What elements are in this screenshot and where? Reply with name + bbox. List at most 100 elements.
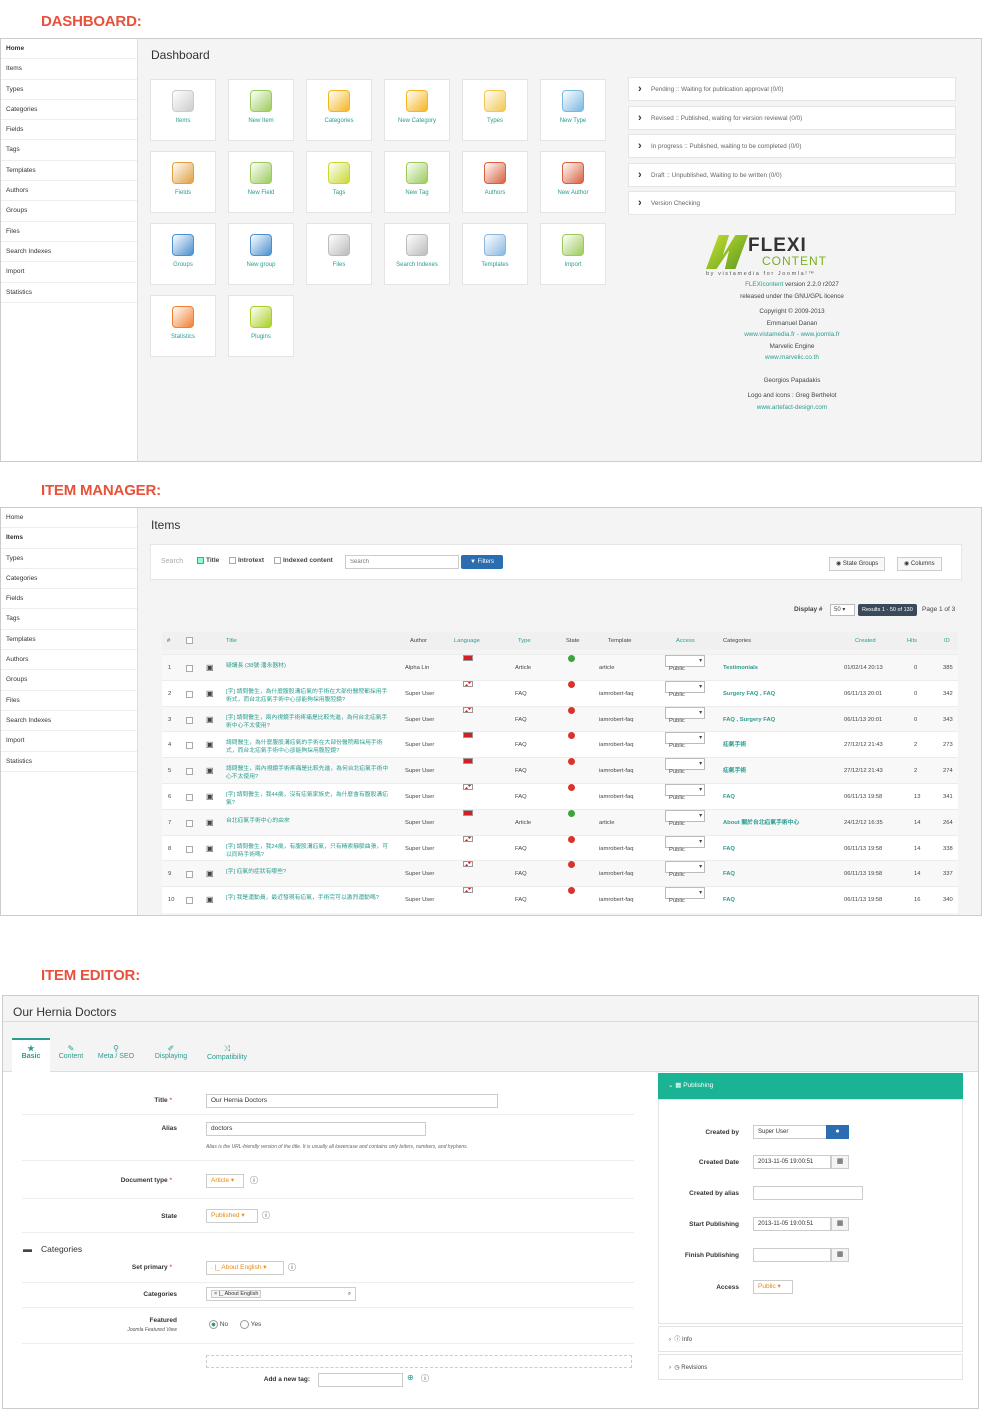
sidebar-item-types[interactable]: Types [1, 80, 137, 100]
title-option[interactable]: Title [197, 557, 219, 564]
sidebar-item-tags[interactable]: Tags [1, 140, 137, 161]
status-item[interactable]: In progress :: Published, waiting to be … [628, 134, 956, 158]
preview-icon[interactable]: ▣ [206, 681, 214, 707]
item-categories-link[interactable]: 疝氣手術 [723, 732, 746, 758]
tile-fields[interactable]: Fields [150, 151, 216, 213]
tile-items[interactable]: Items [150, 79, 216, 141]
created-date-input[interactable]: 2013-11-05 19:00:51 [753, 1155, 831, 1169]
row-checkbox[interactable] [186, 665, 193, 672]
preview-icon[interactable]: ▣ [206, 784, 214, 810]
sidebar-item-import[interactable]: Import [1, 262, 137, 283]
sidebar-item-files[interactable]: Files [1, 691, 137, 711]
item-categories-link[interactable]: FAQ [723, 887, 735, 913]
row-checkbox[interactable] [186, 742, 193, 750]
indexed-option[interactable]: Indexed content [274, 557, 333, 564]
item-title-link[interactable]: [字] 我是運動員，最近發現有疝氣，手術完可以激烈運動嗎? [226, 894, 391, 902]
sidebar-item-categories[interactable]: Categories [1, 100, 137, 121]
sidebar-item-items[interactable]: Items [1, 59, 137, 80]
preview-icon[interactable]: ▣ [206, 758, 214, 784]
table-row[interactable]: 8 ▣ [字] 請問醫生，我24歲，有腹股溝疝氣，只有精索靜脈曲張，可以同時手術嗎?… [162, 834, 958, 862]
category-chip[interactable]: × |_ About English [211, 1290, 262, 1298]
select-all-checkbox[interactable] [186, 637, 193, 644]
item-categories-link[interactable]: FAQ , Surgery FAQ [723, 707, 775, 733]
tile-categories[interactable]: Categories [306, 79, 372, 141]
tile-search-indexes[interactable]: Search Indexes [384, 223, 450, 285]
preview-icon[interactable]: ▣ [206, 707, 214, 733]
tile-plugins[interactable]: Plugins [228, 295, 294, 357]
columns-button[interactable]: ◉ Columns [897, 557, 942, 571]
column-header-created[interactable]: Created [855, 632, 876, 650]
column-header-author[interactable]: Author [410, 632, 427, 650]
calendar-icon[interactable]: ▦ [831, 1155, 849, 1169]
status-item[interactable]: Draft :: Unpublished, Waiting to be writ… [628, 162, 956, 187]
sidebar-item-authors[interactable]: Authors [1, 650, 137, 671]
introtext-option[interactable]: Introtext [229, 557, 264, 564]
row-checkbox[interactable] [186, 690, 193, 698]
sidebar-item-items[interactable]: Items [1, 528, 137, 549]
sidebar-item-types[interactable]: Types [1, 549, 137, 569]
row-checkbox[interactable] [186, 871, 193, 879]
item-title-link[interactable]: [字] 請問醫生，為什麼腹股溝疝氣的手術在大部份醫院都採用手術式，而台北疝氣手術… [226, 688, 391, 704]
alias-input[interactable]: doctors [206, 1122, 426, 1136]
sidebar-item-import[interactable]: Import [1, 731, 137, 752]
sidebar-item-groups[interactable]: Groups [1, 201, 137, 222]
tile-new-category[interactable]: New Category [384, 79, 450, 141]
table-row[interactable]: 3 ▣ [字] 請問醫生，兩內視鏡手術疼痛是比較先進，為何台北疝氣手術中心不太使用?… [162, 705, 958, 733]
featured-no-radio[interactable]: No [209, 1320, 228, 1329]
tile-types[interactable]: Types [462, 79, 528, 141]
row-checkbox[interactable] [186, 716, 193, 724]
tile-new-group[interactable]: New group [228, 223, 294, 285]
status-item[interactable]: Pending :: Waiting for publication appro… [628, 77, 956, 101]
tile-groups[interactable]: Groups [150, 223, 216, 285]
preview-icon[interactable]: ▣ [206, 810, 214, 836]
tile-statistics[interactable]: Statistics [150, 295, 216, 357]
tile-new-item[interactable]: New Item [228, 79, 294, 141]
document-type-select[interactable]: Article ▾ [206, 1174, 244, 1188]
column-header-categories[interactable]: Categories [723, 632, 751, 650]
sidebar-item-search-indexes[interactable]: Search Indexes [1, 711, 137, 732]
created-by-alias-input[interactable] [753, 1186, 863, 1200]
item-title-link[interactable]: 疑講長 (38號:潘永器材) [226, 662, 391, 670]
table-row[interactable]: 5 ▣ 請問醫生，兩內視鏡手術疼痛是比較先進，為何台北疝氣手術中心不太使用? Supe… [162, 757, 958, 784]
tile-files[interactable]: Files [306, 223, 372, 285]
engine-link[interactable]: www.marvelic.co.th [628, 352, 956, 364]
item-categories-link[interactable]: FAQ [723, 784, 735, 810]
tab-content[interactable]: ✎ Content [50, 1040, 92, 1060]
sidebar-item-files[interactable]: Files [1, 222, 137, 242]
start-publishing-input[interactable]: 2013-11-05 19:00:51 [753, 1217, 831, 1231]
tile-templates[interactable]: Templates [462, 223, 528, 285]
state-select[interactable]: Published ▾ [206, 1209, 258, 1223]
info-icon[interactable]: ⓘ [250, 1175, 258, 1186]
item-categories-link[interactable]: FAQ [723, 861, 735, 887]
sidebar-item-home[interactable]: Home [1, 39, 137, 60]
sidebar-item-home[interactable]: Home [1, 508, 137, 529]
table-row[interactable]: 1 ▣ 疑講長 (38號:潘永器材) Alpha Lin Article article P… [162, 654, 958, 681]
filters-button[interactable]: ▼ Filters [461, 555, 503, 569]
tile-new-type[interactable]: New Type [540, 79, 606, 141]
info-icon[interactable]: ⓘ [288, 1262, 296, 1273]
item-categories-link[interactable]: Surgery FAQ , FAQ [723, 681, 775, 707]
status-item[interactable]: Version Checking [628, 191, 956, 215]
column-header-title[interactable]: Title [226, 632, 237, 650]
search-input[interactable] [345, 555, 459, 569]
revisions-panel-header[interactable]: › ◷ Revisions [658, 1354, 963, 1380]
sidebar-item-templates[interactable]: Templates [1, 630, 137, 651]
preview-icon[interactable]: ▣ [206, 861, 214, 887]
info-icon[interactable]: ⓘ [262, 1210, 270, 1221]
sidebar-item-tags[interactable]: Tags [1, 609, 137, 630]
preview-icon[interactable]: ▣ [206, 836, 214, 862]
row-checkbox[interactable] [186, 819, 193, 827]
item-categories-link[interactable]: FAQ [723, 836, 735, 862]
tile-authors[interactable]: Authors [462, 151, 528, 213]
row-checkbox[interactable] [186, 794, 193, 801]
tile-new-field[interactable]: New Field [228, 151, 294, 213]
sidebar-item-templates[interactable]: Templates [1, 161, 137, 182]
author-link[interactable]: www.vistamedia.fr - www.joomla.fr [628, 329, 956, 341]
display-select[interactable]: 50 ▾ [830, 604, 855, 616]
column-header-access[interactable]: Access [676, 632, 695, 650]
sidebar-item-authors[interactable]: Authors [1, 181, 137, 202]
table-row[interactable]: 4 ▣ 請問醫生，為什麼腹股溝疝氣的手術在大部份醫院都採用手術式，而台北疝氣手術中心… [162, 731, 958, 758]
column-header-state[interactable]: State [566, 632, 580, 650]
categories-multiselect[interactable]: × |_ About English ⌕ [206, 1287, 356, 1301]
table-row[interactable]: 7 ▣ 台北疝氣手術中心的由來 Super User Article article Pub… [162, 808, 958, 836]
